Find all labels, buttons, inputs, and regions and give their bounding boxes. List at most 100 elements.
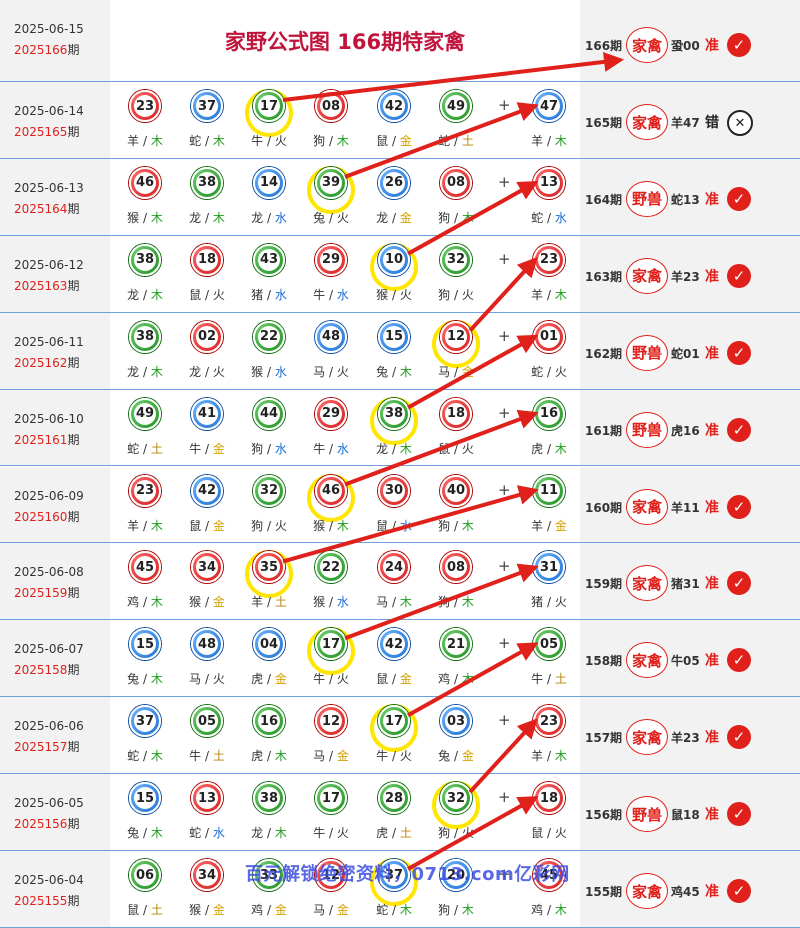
number-ball: 13: [533, 166, 565, 199]
element-text: 火: [336, 672, 349, 687]
date-cell: 2025-06-06 2025157期: [0, 697, 110, 774]
element-text: 木: [150, 210, 163, 225]
number-ball: 23: [533, 705, 565, 738]
draw-date: 2025-06-09: [14, 488, 84, 503]
zodiac-text: 牛: [376, 749, 389, 764]
element-text: 木: [150, 826, 163, 841]
element-text: 金: [274, 672, 287, 687]
zodiac-text: 狗: [251, 441, 264, 456]
result-issue: 161期: [585, 423, 623, 438]
result-pick: 牛05: [671, 654, 700, 669]
zodiac-label: 鸡 / 木: [127, 595, 163, 610]
zodiac-text: 狗: [438, 826, 451, 841]
zodiac-label: 牛 / 火: [313, 672, 349, 687]
zodiac-text: 鼠: [189, 287, 202, 302]
element-text: 木: [554, 287, 567, 302]
number-ball: 06: [129, 859, 161, 891]
zodiac-label: 蛇 / 土: [438, 134, 474, 148]
zodiac-label: 鸡 / 金: [251, 903, 287, 917]
zodiac-label: 兔 / 火: [313, 210, 349, 225]
element-text: 木: [399, 595, 412, 610]
issue-number: 2025160期: [14, 508, 79, 525]
draw-row: 2025-06-14 2025165期 23 羊 / 木 37 蛇 / 木 17 牛 / …: [0, 82, 800, 159]
ball-number: 37: [196, 95, 218, 117]
number-ball: 38: [129, 243, 161, 276]
check-icon: ✓: [727, 494, 751, 519]
zodiac-text: 马: [376, 595, 389, 610]
element-text: 火: [274, 518, 287, 533]
element-text: 金: [399, 672, 412, 687]
number-ball: 18: [440, 397, 472, 430]
zodiac-label: 羊 / 木: [531, 134, 567, 148]
number-ball: 32: [253, 474, 285, 507]
zodiac-label: 马 / 火: [313, 364, 349, 379]
element-text: 水: [274, 210, 287, 225]
element-text: 木: [150, 672, 163, 687]
zodiac-text: 羊: [251, 595, 264, 610]
zodiac-text: 羊: [531, 518, 544, 533]
element-text: 木: [399, 441, 412, 456]
zodiac-text: 鼠: [189, 518, 202, 533]
element-text: 木: [461, 903, 474, 917]
plus-sign: +: [498, 249, 511, 268]
plus-sign: +: [498, 403, 511, 422]
check-icon: ✓: [727, 263, 751, 288]
element-text: 木: [399, 903, 412, 917]
ball-number: 42: [196, 479, 218, 502]
zodiac-text: 鼠: [376, 134, 389, 148]
result-pick: 鼠18: [671, 808, 700, 823]
zodiac-label: 牛 / 水: [313, 441, 349, 456]
element-text: 木: [399, 364, 412, 379]
number-ball: 14: [253, 166, 285, 199]
element-text: 木: [461, 595, 474, 610]
element-text: 木: [554, 903, 567, 917]
ball-number: 21: [445, 633, 467, 656]
ball-number: 37: [134, 710, 156, 733]
zodiac-text: 兔: [438, 749, 451, 764]
draw-row: 2025-06-05 2025156期 15 兔 / 木 13 蛇 / 水 38 龙 / …: [0, 774, 800, 851]
number-ball: 44: [253, 397, 285, 430]
zodiac-label: 龙 / 水: [251, 210, 287, 225]
number-ball: 23: [533, 243, 565, 276]
number-ball: 48: [191, 628, 223, 661]
zodiac-label: 鼠 / 金: [376, 672, 412, 687]
zodiac-text: 蛇: [127, 441, 140, 456]
number-ball: 32: [440, 243, 472, 276]
draw-date: 2025-06-08: [14, 565, 84, 580]
number-ball: 45: [129, 551, 161, 584]
number-ball: 48: [315, 320, 347, 353]
result-issue: 156期: [585, 808, 623, 823]
zodiac-text: 鸡: [251, 903, 264, 917]
element-text: 木: [554, 134, 567, 148]
ball-number: 15: [383, 325, 405, 348]
element-text: 金: [336, 903, 349, 917]
zodiac-label: 虎 / 木: [531, 441, 567, 456]
ball-number: 15: [134, 787, 156, 810]
date-cell: 2025-06-09 2025160期: [0, 466, 110, 543]
zodiac-label: 鼠 / 火: [531, 826, 567, 841]
zodiac-text: 牛: [251, 134, 264, 148]
element-text: 木: [554, 749, 567, 764]
ball-number: 01: [538, 325, 560, 348]
issue-suffix: 期: [67, 663, 80, 678]
issue-num-text: 2025163: [14, 278, 68, 293]
issue-suffix: 期: [67, 432, 80, 447]
element-text: 金: [212, 595, 225, 610]
element-text: 火: [461, 826, 474, 841]
zodiac-text: 鸡: [127, 595, 140, 610]
ball-number: 05: [538, 633, 560, 656]
number-ball: 15: [129, 782, 161, 815]
ball-number: 17: [320, 787, 342, 810]
zodiac-text: 狗: [313, 134, 326, 148]
zodiac-label: 狗 / 水: [251, 441, 287, 456]
draw-row: 2025-06-08 2025159期 45 鸡 / 木 34 猴 / 金 35 羊 / …: [0, 543, 800, 621]
zodiac-text: 猴: [127, 210, 140, 225]
number-ball: 30: [378, 474, 410, 507]
ball-number: 18: [445, 402, 467, 425]
number-ball: 38: [378, 397, 410, 430]
number-ball: 23: [129, 474, 161, 507]
issue-num-text: 2025156: [14, 817, 68, 832]
ball-number: 28: [383, 787, 405, 810]
issue-num-text: 2025164: [14, 201, 68, 216]
verdict-label: 准: [705, 38, 719, 54]
